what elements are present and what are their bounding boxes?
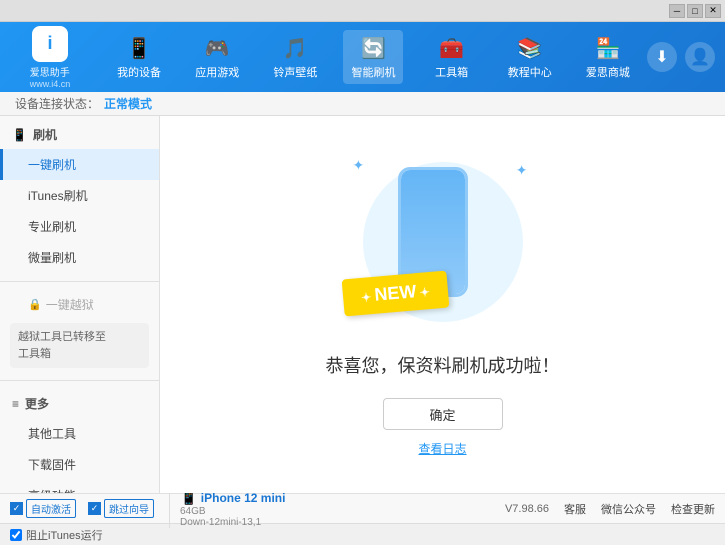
header: i 爱思助手 www.i4.cn 📱 我的设备 🎮 应用游戏 🎵 铃声壁纸 🔄 … (0, 22, 725, 92)
footer-status: V7.98.66 客服 微信公众号 检查更新 (505, 501, 715, 517)
itunes-label: 阻止iTunes运行 (26, 527, 103, 543)
device-checkboxes: ✓ 自动激活 ✓ 跳过向导 (10, 499, 154, 518)
sparkle-tr-icon: ✦ (516, 162, 528, 179)
auto-launch-check[interactable]: ✓ 自动激活 (10, 499, 76, 518)
itunes-checkbox[interactable] (10, 529, 22, 541)
bottom-panel: ✓ 自动激活 ✓ 跳过向导 📱 iPhone 12 mini 64GB Down… (0, 493, 725, 523)
skip-wizard-label: 跳过向导 (104, 499, 154, 518)
nav-tutorial[interactable]: 📚 教程中心 (500, 30, 560, 84)
sparkle-tl-icon: ✦ (353, 157, 365, 174)
sidebar-item-pro[interactable]: 专业刷机 (0, 211, 159, 242)
sidebar-item-save[interactable]: 微量刷机 (0, 242, 159, 273)
skip-wizard-check[interactable]: ✓ 跳过向导 (88, 499, 154, 518)
sidebar-item-one-click[interactable]: 一键刷机 (0, 149, 159, 180)
flash-icon: 🔄 (359, 34, 387, 62)
download-btn[interactable]: ⬇ (647, 42, 677, 72)
status-bar: 设备连接状态： 正常模式 (0, 92, 725, 116)
nav-my-device[interactable]: 📱 我的设备 (109, 30, 169, 84)
sidebar: 📱 刷机 一键刷机 iTunes刷机 专业刷机 微量刷机 🔒 一键越狱 越狱工具… (0, 116, 160, 493)
nav-flash-label: 智能刷机 (351, 64, 395, 80)
nav-my-device-label: 我的设备 (117, 64, 161, 80)
flash-section-label: 刷机 (33, 126, 57, 143)
logo[interactable]: i 爱思助手 www.i4.cn (10, 26, 90, 89)
nav-tutorial-label: 教程中心 (508, 64, 552, 80)
nav-right-buttons: ⬇ 👤 (647, 42, 715, 72)
device-icon: 📱 (125, 34, 153, 62)
confirm-button[interactable]: 确定 (383, 398, 503, 430)
log-link[interactable]: 查看日志 (418, 440, 466, 457)
maximize-btn[interactable]: □ (687, 4, 703, 18)
close-btn[interactable]: ✕ (705, 4, 721, 18)
main-layout: 📱 刷机 一键刷机 iTunes刷机 专业刷机 微量刷机 🔒 一键越狱 越狱工具… (0, 116, 725, 493)
more-section-icon: ≡ (12, 397, 19, 411)
bottom-bar: 阻止iTunes运行 (0, 523, 725, 545)
nav-smart-flash[interactable]: 🔄 智能刷机 (343, 30, 403, 84)
nav-store-label: 爱思商城 (586, 64, 630, 80)
jailbreak-label: 一键越狱 (46, 296, 94, 313)
sidebar-item-advanced[interactable]: 高级功能 (0, 480, 159, 493)
minimize-btn[interactable]: ─ (669, 4, 685, 18)
auto-launch-label: 自动激活 (26, 499, 76, 518)
apps-icon: 🎮 (203, 34, 231, 62)
logo-name: 爱思助手 www.i4.cn (30, 64, 71, 89)
nav-items: 📱 我的设备 🎮 应用游戏 🎵 铃声壁纸 🔄 智能刷机 🧰 工具箱 📚 教程中心… (100, 30, 647, 84)
customer-service-link[interactable]: 客服 (564, 501, 586, 517)
phone-illustration: ✦ ✦ ✦ NEW (343, 152, 543, 332)
store-icon: 🏪 (594, 34, 622, 62)
sidebar-item-other-tools[interactable]: 其他工具 (0, 418, 159, 449)
tutorial-icon: 📚 (516, 34, 544, 62)
lock-icon: 🔒 (28, 298, 42, 311)
toolbox-icon: 🧰 (438, 34, 466, 62)
nav-apps-games[interactable]: 🎮 应用游戏 (187, 30, 247, 84)
itunes-status: 阻止iTunes运行 (10, 527, 103, 543)
nav-ringtones-label: 铃声壁纸 (273, 64, 317, 80)
sidebar-flash-header: 📱 刷机 (0, 120, 159, 149)
jailbreak-info-text: 越狱工具已转移至工具箱 (18, 331, 106, 360)
logo-icon: i (32, 26, 68, 62)
auto-launch-checkbox[interactable]: ✓ (10, 502, 23, 515)
content-area: ✦ ✦ ✦ NEW 恭喜您，保资料刷机成功啦！ 确定 查看日志 (160, 116, 725, 493)
status-label: 设备连接状态： (15, 95, 99, 112)
nav-store[interactable]: 🏪 爱思商城 (578, 30, 638, 84)
check-update-link[interactable]: 检查更新 (671, 501, 715, 517)
nav-ringtones[interactable]: 🎵 铃声壁纸 (265, 30, 325, 84)
ringtones-icon: 🎵 (281, 34, 309, 62)
wechat-link[interactable]: 微信公众号 (601, 501, 656, 517)
nav-toolbox-label: 工具箱 (435, 64, 468, 80)
device-info: 📱 iPhone 12 mini 64GB Down-12mini-13,1 (169, 489, 285, 528)
version-label: V7.98.66 (505, 503, 549, 515)
sidebar-divider-2 (0, 380, 159, 381)
sidebar-section-jailbreak: 🔒 一键越狱 越狱工具已转移至工具箱 (0, 286, 159, 376)
sidebar-section-flash: 📱 刷机 一键刷机 iTunes刷机 专业刷机 微量刷机 (0, 116, 159, 277)
sidebar-divider-1 (0, 281, 159, 282)
skip-wizard-checkbox[interactable]: ✓ (88, 502, 101, 515)
jailbreak-info-box: 越狱工具已转移至工具箱 (10, 323, 149, 368)
more-section-label: 更多 (25, 395, 49, 412)
sidebar-item-itunes[interactable]: iTunes刷机 (0, 180, 159, 211)
nav-apps-label: 应用游戏 (195, 64, 239, 80)
user-btn[interactable]: 👤 (685, 42, 715, 72)
flash-section-icon: 📱 (12, 128, 27, 142)
nav-toolbox[interactable]: 🧰 工具箱 (422, 30, 482, 84)
sidebar-section-more: ≡ 更多 其他工具 下载固件 高级功能 (0, 385, 159, 493)
title-bar: ─ □ ✕ (0, 0, 725, 22)
sidebar-item-download-fw[interactable]: 下载固件 (0, 449, 159, 480)
sidebar-jailbreak-header: 🔒 一键越狱 (0, 290, 159, 319)
sidebar-more-header: ≡ 更多 (0, 389, 159, 418)
status-value: 正常模式 (104, 95, 152, 112)
device-storage: 64GB (180, 506, 285, 517)
success-message: 恭喜您，保资料刷机成功啦！ (326, 352, 560, 378)
